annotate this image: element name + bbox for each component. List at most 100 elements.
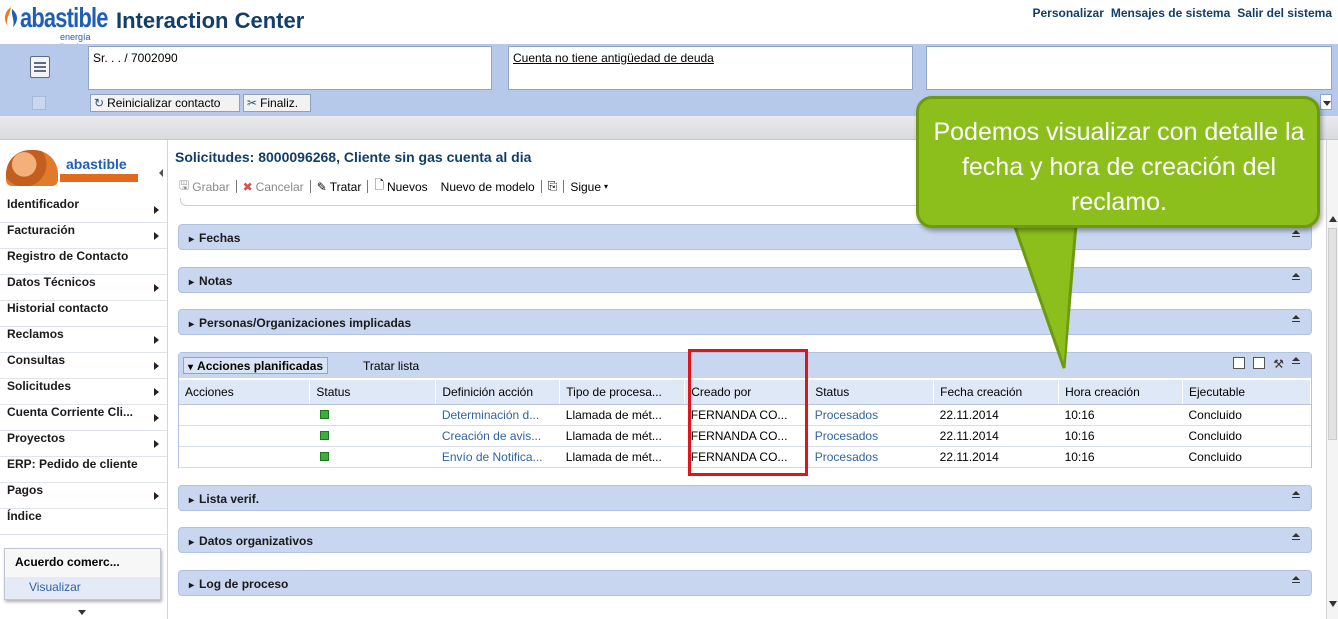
column-header[interactable]: Acciones [179,380,311,405]
scroll-thumb[interactable] [1328,228,1337,440]
next-menu-button[interactable]: Sigue ▾ [567,180,611,194]
collapse-icon[interactable] [1292,357,1301,366]
next-label: Sigue [570,179,602,194]
status-link[interactable]: Procesados [815,450,878,464]
family-photo [6,150,58,186]
nav-item[interactable]: Índice [0,509,167,535]
action-cell-container [179,425,310,447]
cancel-button[interactable]: ✖ Cancelar [240,180,307,194]
new-from-template-button[interactable]: Nuevo de modelo [431,180,538,194]
system-messages-link[interactable]: Mensajes de sistema [1111,6,1230,20]
nav-item[interactable]: Facturación [0,223,167,249]
scissors-icon: ✂ [247,96,258,110]
nav-item[interactable]: Identificador [0,197,167,223]
edit-icon: ✎ [316,179,327,194]
nav-item[interactable]: Consultas [0,353,167,379]
process-list-button[interactable]: Tratar lista [363,359,419,373]
scroll-up-icon[interactable] [1329,216,1337,222]
action-definition-link-container: Creación de avis... [435,425,560,447]
nav-item-label: Índice [7,509,42,523]
created-date-cell: 22.11.2014 [939,407,999,422]
copy-icon: ⎘ [547,179,558,193]
nav-item[interactable]: Cuenta Corriente Cli... [0,405,167,431]
status-link[interactable]: Procesados [815,408,878,422]
collapse-icon[interactable] [1292,315,1301,324]
chevron-right-icon [154,414,159,422]
save-button[interactable]: 🖫 Grabar [176,176,233,197]
abastible-logo: abastible energía limpia [2,2,110,52]
nav-item[interactable]: Datos Técnicos [0,275,167,301]
nav-item[interactable]: Registro de Contacto [0,249,167,275]
collapse-icon[interactable] [1292,273,1301,282]
column-header[interactable]: Status [808,380,935,405]
nav-panel-link-visualize[interactable]: Visualizar [5,577,160,599]
context-small-icon [32,96,46,110]
chart-icon[interactable] [1233,357,1246,369]
partner-id[interactable]: Sr. . . / 7002090 [93,51,178,65]
section-parties[interactable]: Personas/Organizaciones implicadas [178,309,1312,335]
section-parties-title: Personas/Organizaciones implicadas [189,316,411,330]
nav-panel-title[interactable]: Acuerdo comerc... [15,555,120,569]
column-header[interactable]: Ejecutable [1182,380,1311,405]
settings-icon[interactable]: ⚒ [1273,357,1284,371]
created-time-cell-container: 10:16 [1058,404,1183,426]
scroll-down-icon[interactable] [1329,601,1337,607]
finalize-button[interactable]: ✂ Finaliz. [243,94,311,112]
debt-alert-link[interactable]: Cuenta no tiene antigüedad de deuda [513,51,714,65]
section-org-data[interactable]: Datos organizativos [178,527,1312,553]
collapse-icon[interactable] [1292,533,1301,542]
column-header[interactable]: Definición acción [435,380,561,405]
planned-actions-tab[interactable]: Acciones planificadas [183,357,329,374]
chevron-right-icon [154,362,159,370]
nav-item[interactable]: Proyectos [0,431,167,457]
column-header[interactable]: Hora creación [1058,380,1183,405]
collapse-icon[interactable] [1292,230,1301,239]
new-button[interactable]: 🗋 Nuevos [371,176,430,197]
process-button[interactable]: ✎ Tratar [314,180,365,194]
nav-item[interactable]: Reclamos [0,327,167,353]
section-process-log[interactable]: Log de proceso [178,570,1312,596]
nav-item[interactable]: Solicitudes [0,379,167,405]
processing-type-cell: Llamada de mét... [565,407,662,422]
section-notes[interactable]: Notas [178,267,1312,293]
collapse-icon[interactable] [1292,491,1301,500]
cancel-icon: ✖ [242,179,253,194]
collapse-nav-icon[interactable] [158,168,166,177]
executable-cell-container: Concluido [1182,446,1311,468]
nav-item-label: Reclamos [7,327,64,341]
status-link[interactable]: Procesados [815,429,878,443]
logout-link[interactable]: Salir del sistema [1237,6,1332,20]
section-dates-title: Fechas [189,231,240,245]
nav-item[interactable]: Historial contacto [0,301,167,327]
nav-item[interactable]: Pagos [0,483,167,509]
copy-button[interactable]: ⎘ [545,179,561,194]
toolbar-divider [540,180,542,193]
save-icon: 🖫 [179,178,190,192]
new-label: Nuevos [386,179,428,194]
column-header[interactable]: Fecha creación [933,380,1060,405]
nav-item-label: Facturación [7,223,76,237]
status-link-container: Procesados [808,446,934,468]
reset-contact-button[interactable]: ↻ Reinicializar contacto [90,94,240,112]
executable-cell: Concluido [1188,407,1242,422]
account-fact-sheet-icon[interactable] [30,56,50,78]
context-dropdown-toggle[interactable] [1320,94,1332,110]
finalize-label: Finaliz. [260,96,299,110]
personalize-link[interactable]: Personalizar [1033,6,1104,20]
nav-item-label: Consultas [7,353,66,367]
section-checklist[interactable]: Lista verif. [178,485,1312,511]
nav-item[interactable]: ERP: Pedido de cliente [0,457,167,483]
executable-cell-container: Concluido [1182,425,1311,447]
top-links: Personalizar Mensajes de sistema Salir d… [1033,6,1333,20]
vertical-scrollbar[interactable] [1326,140,1338,619]
action-definition-link[interactable]: Creación de avis... [442,429,541,443]
column-header[interactable]: Tipo de procesa... [559,380,686,405]
page-title: Solicitudes: 8000096268, Cliente sin gas… [175,149,532,165]
nav-item-label: Datos Técnicos [7,275,96,289]
collapse-icon[interactable] [1292,576,1301,585]
column-header[interactable]: Status [309,380,437,405]
nav-scroll-down-icon[interactable] [78,610,86,615]
print-icon[interactable] [1253,357,1266,369]
action-definition-link[interactable]: Envío de Notifica... [442,450,543,464]
action-definition-link[interactable]: Determinación d... [442,408,539,422]
